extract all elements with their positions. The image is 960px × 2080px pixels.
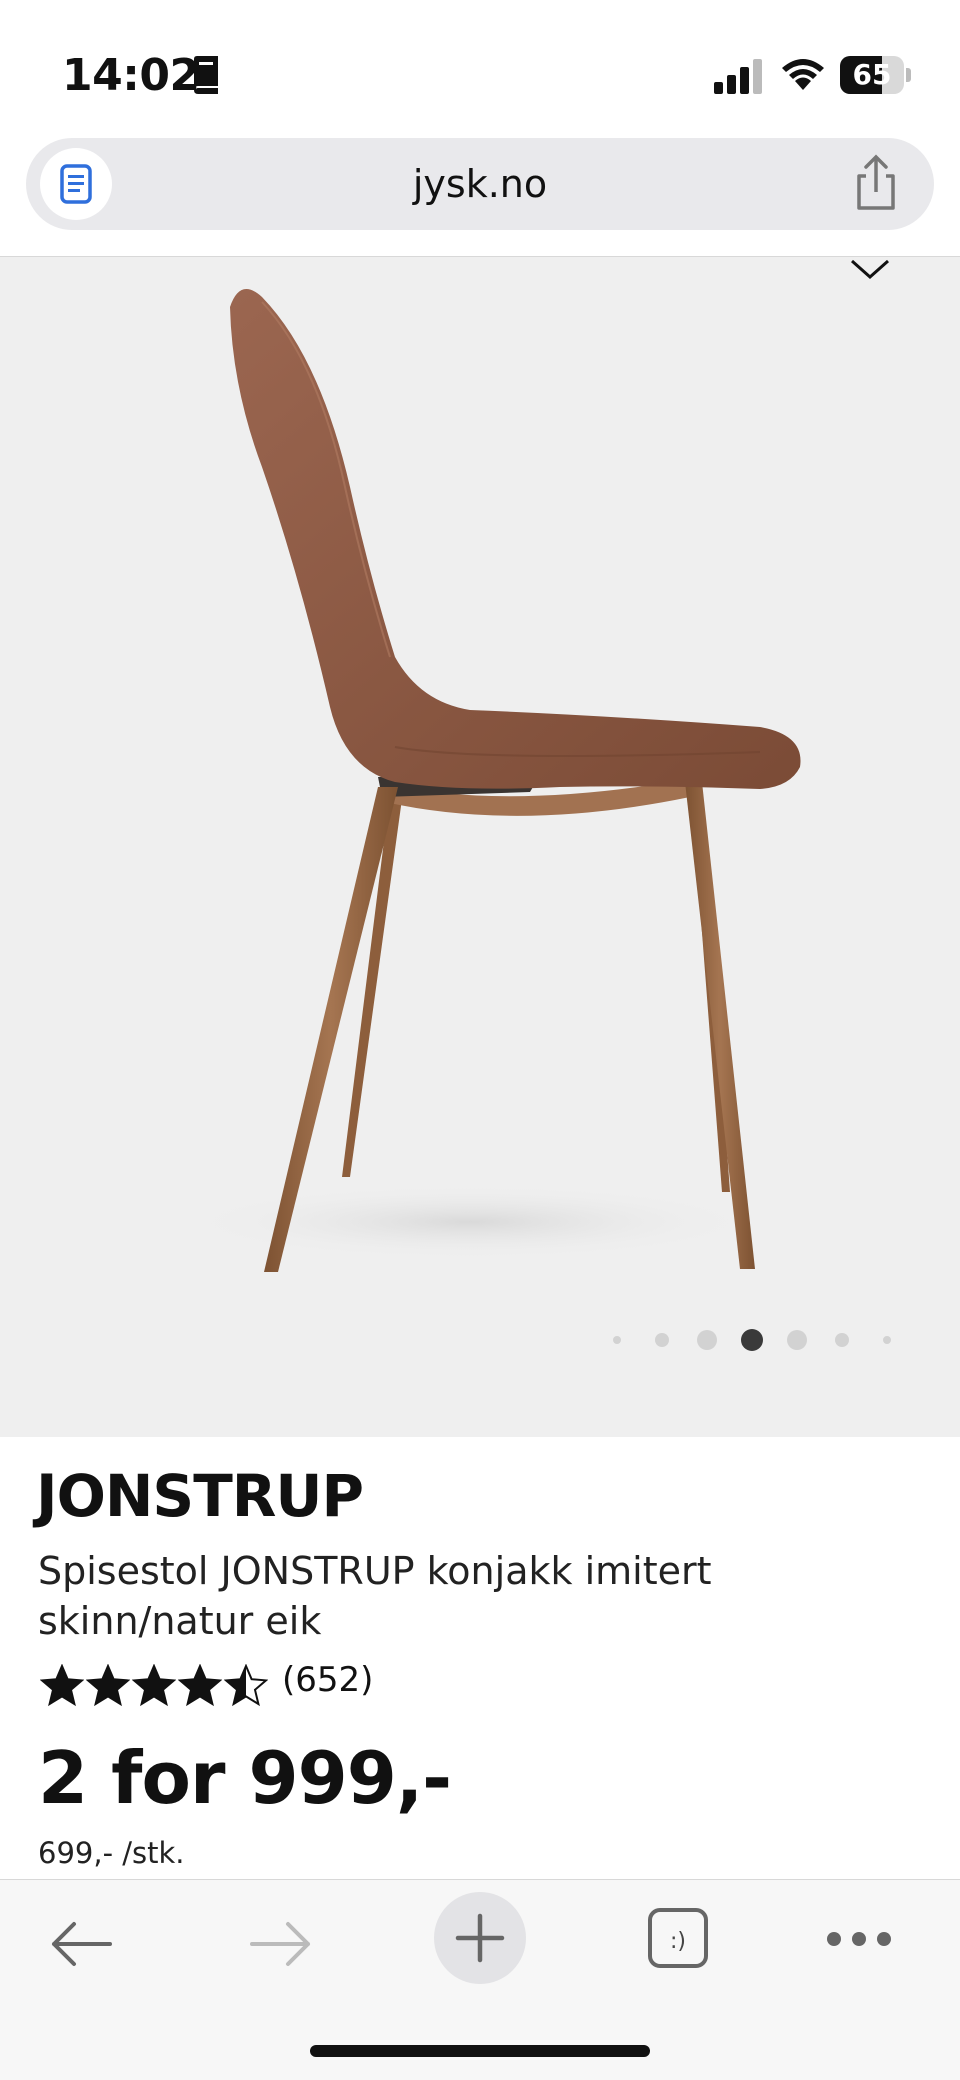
product-image-gallery[interactable] (0, 257, 960, 1437)
review-count[interactable]: (652) (282, 1660, 373, 1700)
star-icon (178, 1664, 222, 1707)
star-icon (224, 1664, 268, 1707)
home-indicator (310, 2045, 650, 2057)
more-icon[interactable] (824, 1924, 894, 1954)
new-tab-button[interactable] (434, 1892, 526, 1984)
gallery-pagination[interactable] (0, 1325, 960, 1355)
forward-arrow-icon[interactable] (246, 1914, 316, 1974)
plus-icon (455, 1913, 505, 1963)
back-arrow-icon[interactable] (46, 1914, 116, 1974)
tabs-icon[interactable]: :) (646, 1906, 710, 1970)
chevron-down-icon[interactable] (846, 257, 894, 283)
cellular-signal-icon (714, 59, 762, 94)
star-icon (40, 1664, 84, 1707)
book-icon (194, 56, 218, 94)
product-name: JONSTRUP (36, 1462, 364, 1530)
share-icon[interactable] (846, 154, 906, 214)
gallery-dot[interactable] (741, 1329, 763, 1351)
product-image-chair (180, 289, 801, 1272)
wifi-icon (782, 59, 824, 90)
gallery-dot[interactable] (655, 1333, 669, 1347)
star-icon (132, 1664, 176, 1707)
address-bar[interactable]: jysk.no (26, 138, 934, 230)
battery-percent: 65 (852, 58, 892, 91)
unit-price: 699,- /stk. (38, 1836, 185, 1870)
gallery-dot[interactable] (835, 1333, 849, 1347)
rating-stars[interactable] (40, 1664, 270, 1708)
gallery-dot[interactable] (697, 1330, 717, 1350)
url-text[interactable]: jysk.no (26, 162, 934, 206)
battery-indicator: 65 (840, 56, 912, 94)
status-bar: 14:02 65 (0, 0, 960, 140)
svg-text::): :) (670, 1929, 686, 1954)
star-icon (86, 1664, 130, 1707)
product-description: Spisestol JONSTRUP konjakk imitert skinn… (38, 1549, 712, 1643)
gallery-dot[interactable] (613, 1336, 621, 1344)
gallery-dot[interactable] (787, 1330, 807, 1350)
product-price: 2 for 999,- (38, 1736, 452, 1820)
gallery-dot[interactable] (883, 1336, 891, 1344)
status-time: 14:02 (62, 50, 200, 101)
